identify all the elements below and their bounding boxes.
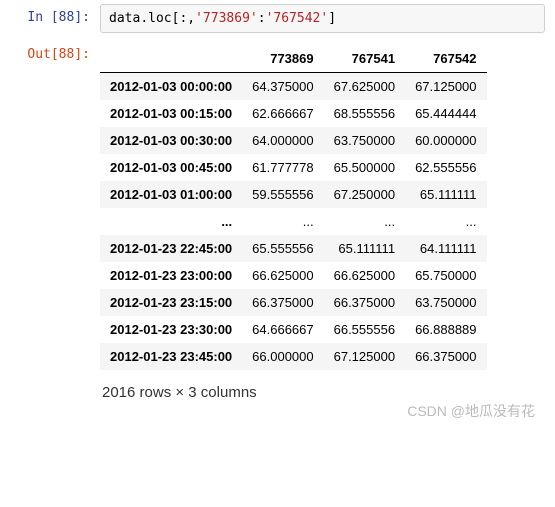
table-row: 2012-01-23 22:45:0065.55555665.11111164.… [100, 235, 487, 262]
table-row: 2012-01-03 00:00:0064.37500067.62500067.… [100, 73, 487, 101]
cell: 62.555556 [405, 154, 486, 181]
ellipsis-cell: ... [405, 208, 486, 235]
row-index: 2012-01-23 23:00:00 [100, 262, 242, 289]
cell: 64.111111 [405, 235, 486, 262]
cell: 65.500000 [324, 154, 405, 181]
column-header: 767541 [324, 45, 405, 73]
cell: 65.555556 [242, 235, 323, 262]
watermark: CSDN @地瓜没有花 [0, 397, 555, 429]
row-index: 2012-01-03 00:45:00 [100, 154, 242, 181]
cell: 66.000000 [242, 343, 323, 370]
cell: 63.750000 [324, 127, 405, 154]
cell: 66.625000 [242, 262, 323, 289]
cell: 59.555556 [242, 181, 323, 208]
table-row: 2012-01-23 23:00:0066.62500066.62500065.… [100, 262, 487, 289]
column-header: 773869 [242, 45, 323, 73]
cell: 63.750000 [405, 289, 486, 316]
cell: 64.000000 [242, 127, 323, 154]
cell: 66.375000 [324, 289, 405, 316]
cell: 67.125000 [405, 73, 486, 101]
row-index: 2012-01-03 00:30:00 [100, 127, 242, 154]
cell: 67.125000 [324, 343, 405, 370]
code-punct: ] [328, 11, 336, 26]
cell: 64.666667 [242, 316, 323, 343]
cell: 62.666667 [242, 100, 323, 127]
cell: 66.375000 [242, 289, 323, 316]
dataframe-table: 773869767541767542 2012-01-03 00:00:0064… [100, 45, 487, 370]
table-body: 2012-01-03 00:00:0064.37500067.62500067.… [100, 73, 487, 371]
ellipsis-cell: ... [324, 208, 405, 235]
table-row: 2012-01-03 00:45:0061.77777865.50000062.… [100, 154, 487, 181]
row-index: 2012-01-23 23:45:00 [100, 343, 242, 370]
code-punct: . [140, 11, 148, 26]
code-identifier: loc [148, 11, 171, 26]
cell: 61.777778 [242, 154, 323, 181]
ellipsis-row: ............ [100, 208, 487, 235]
cell: 66.625000 [324, 262, 405, 289]
cell: 60.000000 [405, 127, 486, 154]
code-input[interactable]: data.loc[:,'773869':'767542'] [100, 4, 545, 33]
output-prompt: Out[88]: [0, 41, 100, 62]
header-blank [100, 45, 242, 73]
ellipsis-cell: ... [100, 208, 242, 235]
cell: 66.555556 [324, 316, 405, 343]
cell: 66.375000 [405, 343, 486, 370]
output-area: 773869767541767542 2012-01-03 00:00:0064… [100, 41, 555, 411]
table-row: 2012-01-03 00:30:0064.00000063.75000060.… [100, 127, 487, 154]
table-row: 2012-01-03 01:00:0059.55555667.25000065.… [100, 181, 487, 208]
cell: 65.111111 [405, 181, 486, 208]
header-row: 773869767541767542 [100, 45, 487, 73]
cell: 65.111111 [324, 235, 405, 262]
cell: 68.555556 [324, 100, 405, 127]
column-header: 767542 [405, 45, 486, 73]
table-row: 2012-01-23 23:15:0066.37500066.37500063.… [100, 289, 487, 316]
code-punct: , [187, 11, 195, 26]
code-string: '767542' [266, 11, 329, 26]
input-cell: In [88]: data.loc[:,'773869':'767542'] [0, 0, 555, 37]
table-row: 2012-01-23 23:45:0066.00000067.12500066.… [100, 343, 487, 370]
ellipsis-cell: ... [242, 208, 323, 235]
table-row: 2012-01-23 23:30:0064.66666766.55555666.… [100, 316, 487, 343]
row-index: 2012-01-03 00:00:00 [100, 73, 242, 101]
code-identifier: data [109, 11, 140, 26]
row-index: 2012-01-03 00:15:00 [100, 100, 242, 127]
cell: 67.625000 [324, 73, 405, 101]
cell: 66.888889 [405, 316, 486, 343]
cell: 64.375000 [242, 73, 323, 101]
table-row: 2012-01-03 00:15:0062.66666768.55555665.… [100, 100, 487, 127]
row-index: 2012-01-03 01:00:00 [100, 181, 242, 208]
cell: 67.250000 [324, 181, 405, 208]
row-index: 2012-01-23 23:30:00 [100, 316, 242, 343]
output-cell: Out[88]: 773869767541767542 2012-01-03 0… [0, 37, 555, 415]
cell: 65.444444 [405, 100, 486, 127]
row-index: 2012-01-23 23:15:00 [100, 289, 242, 316]
input-prompt: In [88]: [0, 4, 100, 25]
row-index: 2012-01-23 22:45:00 [100, 235, 242, 262]
cell: 65.750000 [405, 262, 486, 289]
code-punct: : [258, 11, 266, 26]
code-string: '773869' [195, 11, 258, 26]
